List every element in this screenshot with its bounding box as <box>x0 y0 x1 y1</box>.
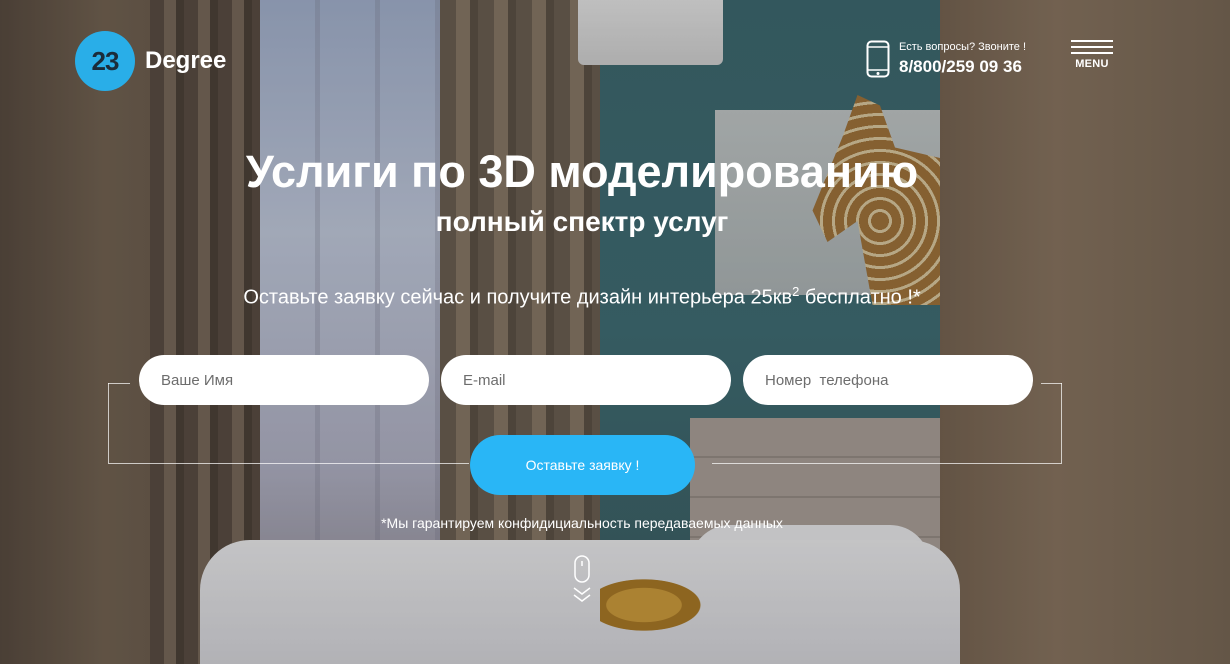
offer-tail: бесплатно !* <box>799 286 921 309</box>
offer-text: Оставьте заявку сейчас и получите дизайн… <box>0 284 1164 310</box>
scroll-down-icon[interactable] <box>572 555 592 605</box>
offer-main: Оставьте заявку сейчас и получите дизайн… <box>243 286 793 309</box>
logo[interactable]: 23 Degree <box>75 31 226 91</box>
logo-text: Degree <box>145 47 227 74</box>
phone-number[interactable]: 8/800/259 09 36 <box>899 57 1026 77</box>
name-input[interactable] <box>139 355 429 405</box>
hamburger-icon <box>1071 40 1113 42</box>
menu-label: MENU <box>1075 58 1109 70</box>
privacy-note: *Мы гарантируем конфидициальность переда… <box>381 515 783 531</box>
form-frame-right-tick <box>1041 383 1062 384</box>
hero-title: Услиги по 3D моделированию <box>245 146 919 197</box>
contact-block: Есть вопросы? Звоните ! 8/800/259 09 36 <box>866 40 1026 78</box>
contact-caption: Есть вопросы? Звоните ! <box>899 41 1026 53</box>
hero-subtitle: полный спектр услуг <box>435 206 729 237</box>
hero-background-photo <box>0 0 1230 664</box>
submit-request-button[interactable]: Оставьте заявку ! <box>470 435 695 495</box>
logo-badge: 23 <box>75 31 135 91</box>
phone-input[interactable] <box>743 355 1033 405</box>
menu-button[interactable]: MENU <box>1071 40 1113 70</box>
email-input[interactable] <box>441 355 731 405</box>
form-frame-left-tick <box>108 383 130 384</box>
smartphone-icon <box>866 40 890 78</box>
